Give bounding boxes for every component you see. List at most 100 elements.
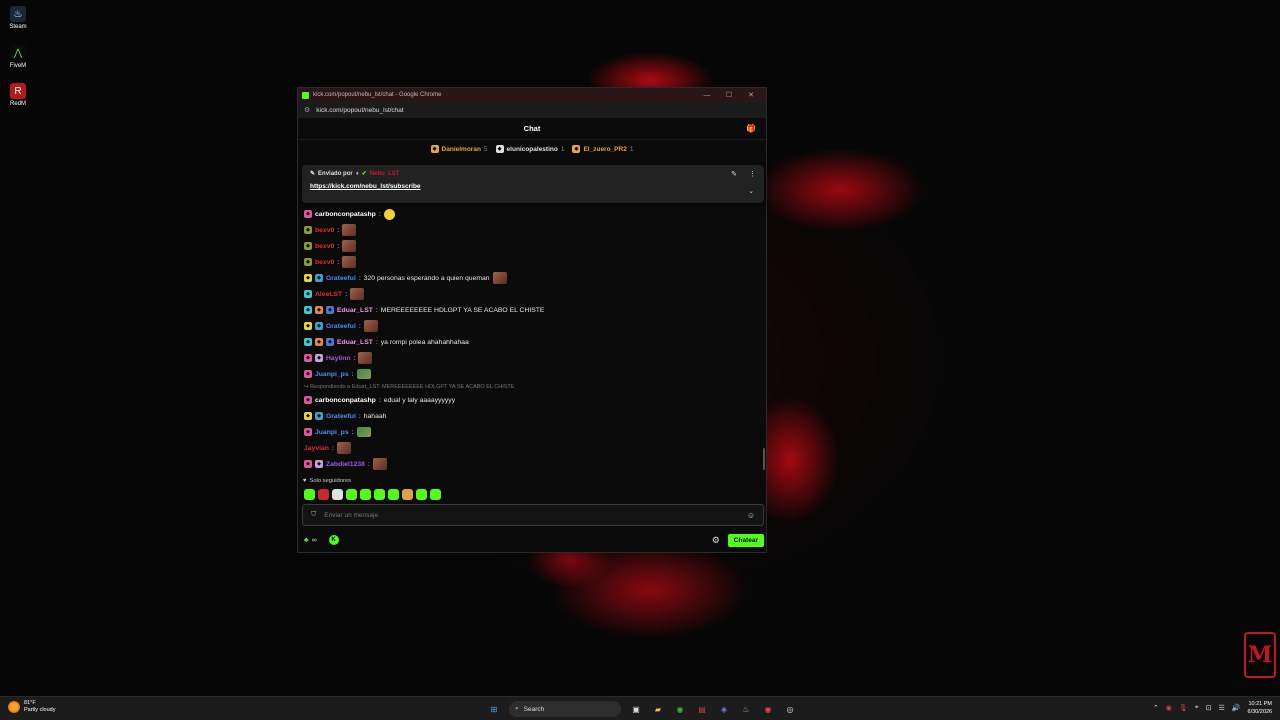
chat-message[interactable]: ◆ bexv0:: [304, 222, 760, 238]
chevron-down-icon[interactable]: ⌄: [748, 187, 754, 195]
discord-icon[interactable]: ◈: [717, 702, 731, 716]
quick-emote-icon[interactable]: [416, 489, 427, 500]
channel-points[interactable]: ♣ ∞: [304, 537, 317, 544]
quick-emote-icon[interactable]: [304, 489, 315, 500]
tray-app-icon[interactable]: ◉: [1166, 704, 1172, 712]
app-icon[interactable]: ◎: [783, 702, 797, 716]
desktop-icon-steam[interactable]: ♨ Steam: [4, 6, 32, 30]
emote-icon[interactable]: [356, 369, 371, 379]
chat-username[interactable]: Jayvian: [304, 445, 329, 452]
wifi-icon[interactable]: ☰: [1219, 704, 1225, 712]
chat-message[interactable]: ◆ ◆ Zabdiel1238:: [304, 456, 760, 472]
desktop-icon-redm[interactable]: R RedM: [4, 83, 32, 107]
chat-username[interactable]: bexv0: [315, 259, 334, 266]
gear-icon[interactable]: ⚙: [712, 535, 720, 546]
chat-username[interactable]: Grateeful: [326, 323, 356, 330]
leaderboard-item[interactable]: ◆ Danielmoran 5: [430, 145, 488, 153]
news-app-icon[interactable]: ▤: [695, 702, 709, 716]
chat-message[interactable]: ◆ AleeLST:: [304, 286, 760, 302]
location-icon[interactable]: ⌖: [1195, 704, 1199, 712]
system-clock[interactable]: 10:21 PM 6/30/2026: [1248, 700, 1272, 716]
close-button[interactable]: ✕: [740, 91, 762, 99]
chat-message[interactable]: ◆ ◆ ◆ Eduar_LST: ya rompi polea ahahahhahaa: [304, 334, 760, 350]
chat-message[interactable]: ◆ bexv0:: [304, 238, 760, 254]
chat-username[interactable]: Eduar_LST: [337, 307, 373, 314]
emote-icon[interactable]: [336, 442, 351, 454]
quick-emote-icon[interactable]: [332, 489, 343, 500]
volume-icon[interactable]: 🔊: [1232, 704, 1241, 712]
steam-taskbar-icon[interactable]: ♨: [739, 702, 753, 716]
chat-username[interactable]: Grateeful: [326, 275, 356, 282]
reply-context[interactable]: ↪ Respondiendo a Eduar_LST: MEREEEEEEEE …: [304, 382, 760, 392]
emote-icon[interactable]: [356, 427, 371, 437]
quick-emote-icon[interactable]: [318, 489, 329, 500]
emoji-picker-icon[interactable]: ☺: [747, 511, 755, 520]
chat-message[interactable]: ◆ ◆ Haylinn:: [304, 350, 760, 366]
chat-username[interactable]: carbonconpatashp: [315, 397, 376, 404]
chat-message[interactable]: ◆ carbonconpatashp:: [304, 206, 760, 222]
chat-username[interactable]: bexv0: [315, 227, 334, 234]
chat-username[interactable]: Grateeful: [326, 413, 356, 420]
quick-emote-icon[interactable]: [360, 489, 371, 500]
chat-scrollbar[interactable]: [763, 448, 765, 470]
chat-username[interactable]: Juanpi_ps: [315, 429, 349, 436]
chat-message[interactable]: ◆ ◆ Grateeful:: [304, 318, 760, 334]
file-explorer-icon[interactable]: ▰: [651, 702, 665, 716]
leaderboard-item[interactable]: ◆ elunicopalestino 1: [495, 145, 564, 153]
chat-message[interactable]: ◆ carbonconpatashp: edual y laly aaaayyyyy…: [304, 392, 760, 408]
chat-message[interactable]: ◆ ◆ ◆ Eduar_LST: MEREEEEEEEE HDLGPT YA SE AC…: [304, 302, 760, 318]
chat-message[interactable]: Jayvian:: [304, 440, 760, 456]
site-info-icon[interactable]: ⚙: [304, 106, 310, 114]
quick-emote-icon[interactable]: [374, 489, 385, 500]
emote-icon[interactable]: [342, 240, 357, 252]
quick-emote-icon[interactable]: [346, 489, 357, 500]
chat-message[interactable]: ◆ bexv0:: [304, 254, 760, 270]
chrome-icon[interactable]: ◉: [673, 702, 687, 716]
chat-message[interactable]: ◆ Juanpi_ps:: [304, 366, 760, 382]
maximize-button[interactable]: ☐: [718, 91, 740, 99]
emote-icon[interactable]: [492, 272, 507, 284]
chat-message[interactable]: ◆ Juanpi_ps:: [304, 424, 760, 440]
emote-icon[interactable]: [342, 256, 357, 268]
send-chat-button[interactable]: Chatear: [727, 533, 764, 547]
quick-emote-icon[interactable]: [388, 489, 399, 500]
chat-message[interactable]: ◆ ◆ Grateeful: hahaah: [304, 408, 760, 424]
chrome-active-icon[interactable]: ◉: [761, 702, 775, 716]
pinned-link[interactable]: https://kick.com/nebu_lst/subscribe: [310, 183, 756, 190]
quick-emote-icon[interactable]: [402, 489, 413, 500]
chat-message-input[interactable]: [324, 511, 747, 519]
chat-username[interactable]: carbonconpatashp: [315, 211, 376, 218]
chat-username[interactable]: AleeLST: [315, 291, 342, 298]
taskbar-search[interactable]: ⌕ Search: [509, 701, 621, 717]
address-bar[interactable]: ⚙ kick.com/popout/nebu_lst/chat: [298, 102, 766, 118]
leaderboard-item[interactable]: ◆ El_zuero_PR2 1: [572, 145, 633, 153]
emote-icon[interactable]: [342, 224, 357, 236]
chat-username[interactable]: Haylinn: [326, 355, 351, 362]
chat-message[interactable]: ◆ ◆ Grateeful:320 personas esperando a qui…: [304, 270, 760, 286]
chevron-up-icon[interactable]: ⌃: [1153, 704, 1159, 712]
more-options-icon[interactable]: ⋮: [749, 170, 756, 178]
chat-message-list[interactable]: ◆ carbonconpatashp: ◆ bexv0: ◆ bexv0: ◆ bexv0: ◆…: [304, 206, 760, 476]
chat-username[interactable]: Eduar_LST: [337, 339, 373, 346]
windows-start-icon[interactable]: ⊞: [487, 702, 501, 716]
gift-icon[interactable]: 🎁: [746, 124, 756, 133]
quick-emote-icon[interactable]: [430, 489, 441, 500]
chat-username[interactable]: Juanpi_ps: [315, 371, 349, 378]
microphone-icon[interactable]: 🎙: [1179, 704, 1188, 712]
unpin-icon[interactable]: ✎: [731, 170, 737, 178]
chat-username[interactable]: bexv0: [315, 243, 334, 250]
chat-username[interactable]: Zabdiel1238: [326, 461, 365, 468]
weather-widget[interactable]: 81°F Partly cloudy: [8, 700, 56, 714]
desktop-icon-fivem[interactable]: ⋀ FiveM: [4, 45, 32, 69]
kick-logo-icon[interactable]: K: [328, 535, 339, 545]
task-view-icon[interactable]: ▣: [629, 702, 643, 716]
emote-icon[interactable]: [372, 458, 387, 470]
emote-icon[interactable]: [358, 352, 373, 364]
minimize-button[interactable]: —: [696, 92, 718, 99]
emote-icon[interactable]: [363, 320, 378, 332]
emote-icon[interactable]: [350, 288, 365, 300]
chat-input-box[interactable]: ⛉ ☺: [302, 504, 764, 526]
pinned-author[interactable]: Nebu_LST: [370, 171, 400, 177]
network-icon[interactable]: ⊡: [1206, 704, 1212, 712]
emote-icon[interactable]: [383, 208, 395, 220]
